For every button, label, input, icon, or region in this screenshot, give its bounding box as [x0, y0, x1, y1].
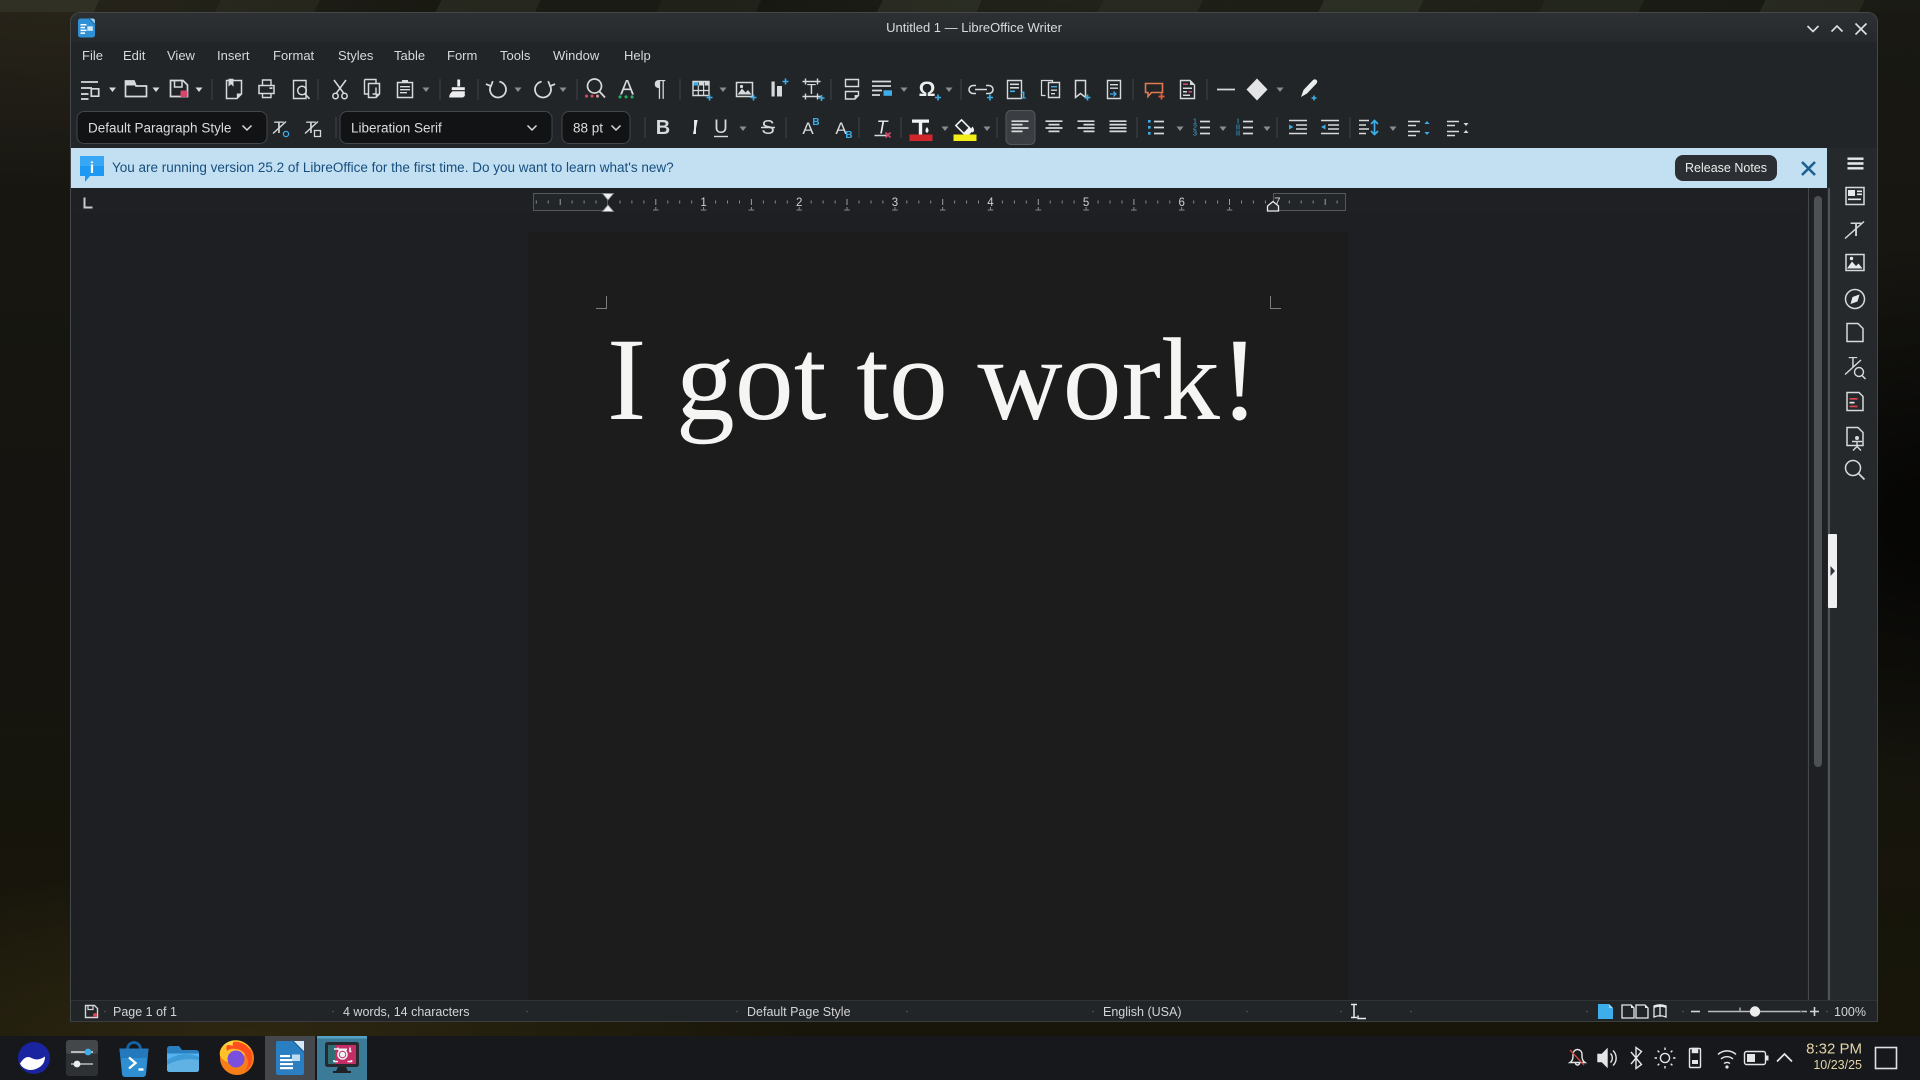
svg-text:Page 1 of 1: Page 1 of 1	[113, 1005, 177, 1019]
svg-text:Ω: Ω	[919, 78, 936, 101]
svg-text:English (USA): English (USA)	[1103, 1005, 1182, 1019]
svg-text:10/23/25: 10/23/25	[1813, 1058, 1862, 1072]
svg-text:Default Page Style: Default Page Style	[747, 1005, 851, 1019]
svg-text:B: B	[812, 117, 819, 128]
svg-text:100%: 100%	[1834, 1005, 1866, 1019]
svg-text:Liberation Serif: Liberation Serif	[351, 121, 442, 136]
svg-text:B: B	[656, 117, 670, 139]
svg-text:B: B	[845, 130, 852, 141]
svg-text:88 pt: 88 pt	[573, 121, 603, 136]
svg-text:3: 3	[1193, 129, 1197, 138]
svg-text:¶: ¶	[654, 75, 666, 101]
svg-text:T: T	[1850, 220, 1862, 241]
svg-text:8:32 PM: 8:32 PM	[1806, 1041, 1862, 1058]
svg-text:II: II	[1236, 129, 1240, 138]
svg-text:U: U	[714, 117, 728, 138]
svg-text:1: 1	[1021, 90, 1027, 102]
svg-text:T: T	[807, 81, 816, 98]
svg-text:I: I	[692, 117, 698, 139]
svg-text:4 words, 14 characters: 4 words, 14 characters	[343, 1005, 469, 1019]
svg-text:Default Paragraph Style: Default Paragraph Style	[88, 121, 231, 136]
svg-text:i: i	[90, 160, 94, 177]
